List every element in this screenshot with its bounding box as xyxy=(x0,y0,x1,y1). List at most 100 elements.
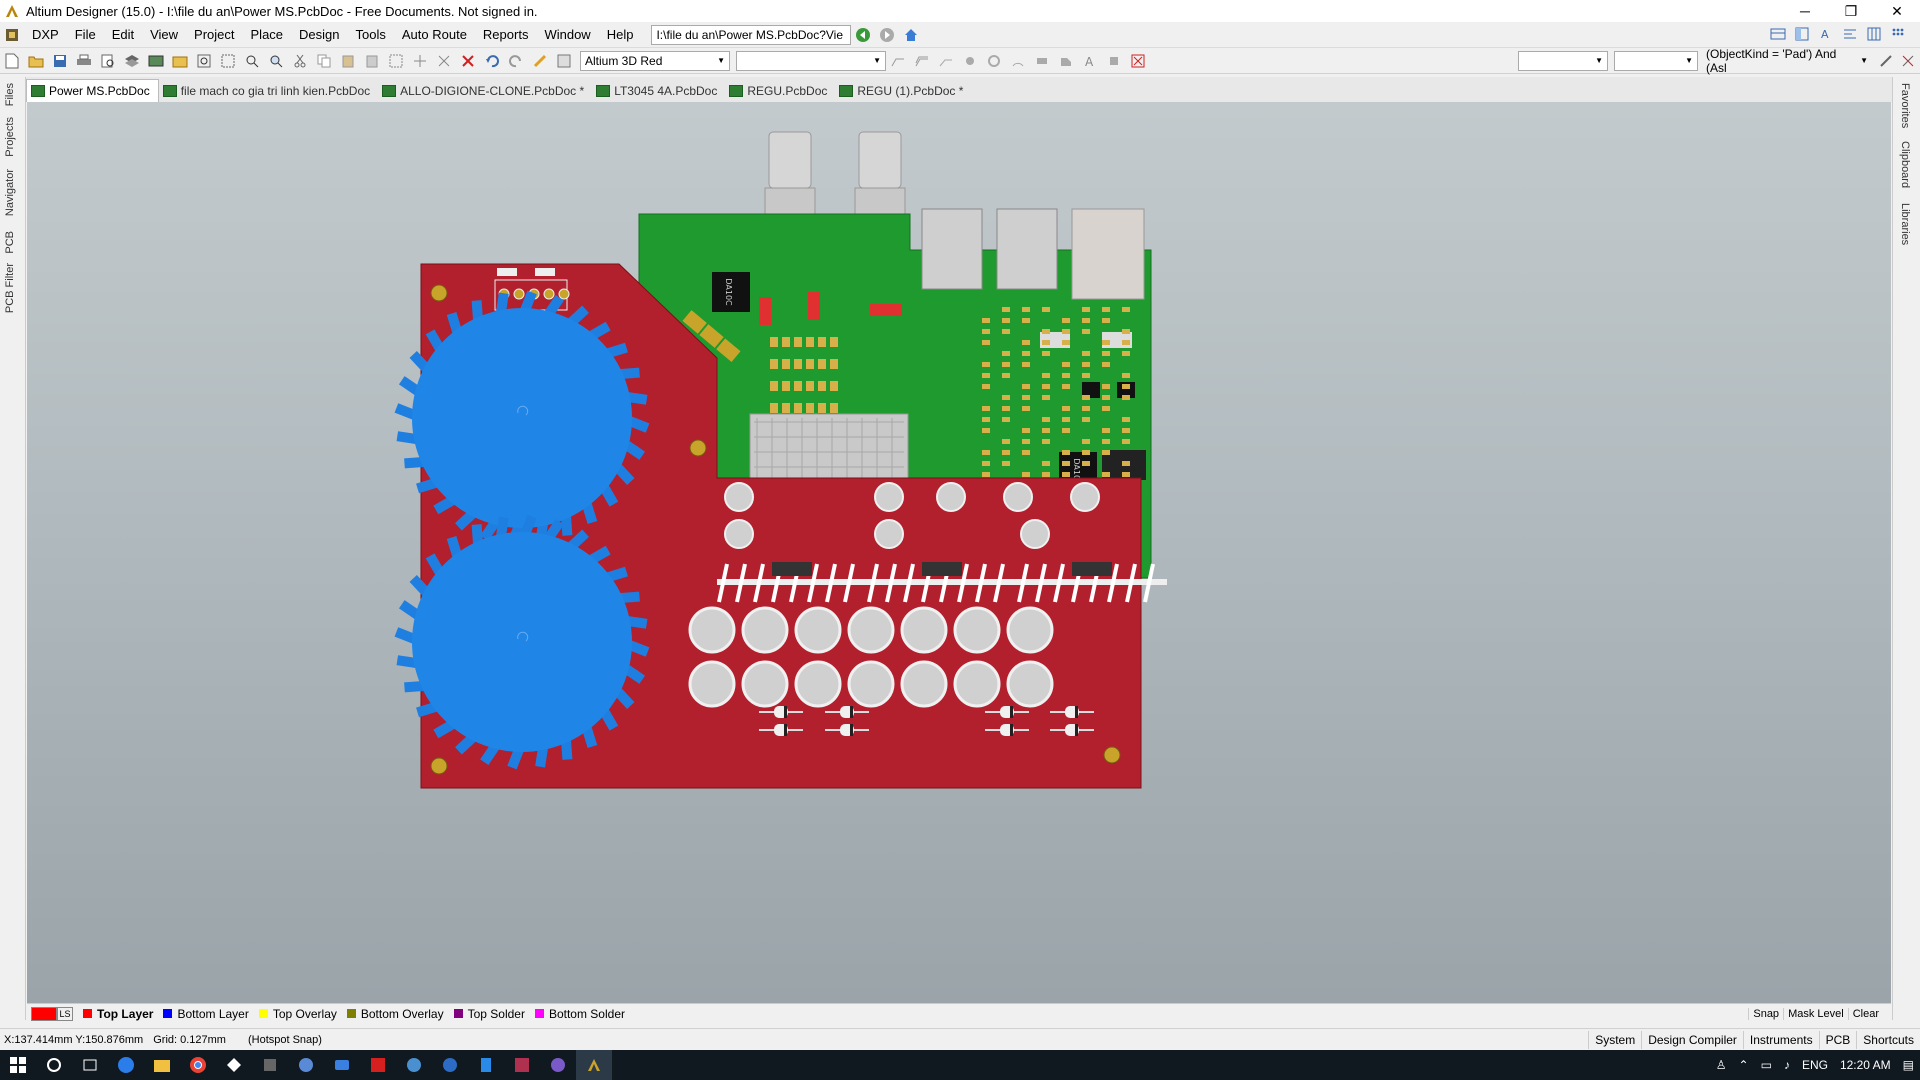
filter-scope-select[interactable]: ▼ xyxy=(1518,50,1608,71)
tab-regu[interactable]: REGU.PcbDoc xyxy=(725,79,835,102)
deselect-icon[interactable] xyxy=(435,52,453,70)
app-icon-5[interactable] xyxy=(360,1050,396,1080)
shortcuts-button[interactable]: Shortcuts xyxy=(1856,1031,1920,1049)
view-config-select[interactable]: Altium 3D Red ▼ xyxy=(580,50,730,71)
via-icon[interactable] xyxy=(961,52,979,70)
tray-chevron-icon[interactable]: ⌃ xyxy=(1733,1058,1755,1072)
layer-tab-top-overlay[interactable]: Top Overlay xyxy=(258,1007,337,1021)
menu-dxp[interactable]: DXP xyxy=(24,22,67,48)
dxp-icon[interactable] xyxy=(3,26,21,44)
back-icon[interactable] xyxy=(854,26,872,44)
altium-taskbar-icon[interactable] xyxy=(576,1050,612,1080)
board-icon[interactable] xyxy=(147,52,165,70)
browse-icon[interactable] xyxy=(555,52,573,70)
menu-design[interactable]: Design xyxy=(291,22,347,48)
layers-icon[interactable] xyxy=(123,52,141,70)
panel-tab-files[interactable]: Files xyxy=(4,83,16,106)
app-icon-8[interactable] xyxy=(468,1050,504,1080)
forward-icon[interactable] xyxy=(878,26,896,44)
maximize-button[interactable]: ❐ xyxy=(1828,0,1874,22)
app-icon-2[interactable] xyxy=(252,1050,288,1080)
search-icon[interactable] xyxy=(36,1050,72,1080)
folder-icon[interactable] xyxy=(171,52,189,70)
panel-tab-favorites[interactable]: Favorites xyxy=(1899,83,1911,128)
grid-icon[interactable] xyxy=(1865,25,1883,43)
zoom-icon[interactable] xyxy=(243,52,261,70)
app-icon-9[interactable] xyxy=(504,1050,540,1080)
windows-start-icon[interactable] xyxy=(0,1050,36,1080)
diff-pair-icon[interactable] xyxy=(937,52,955,70)
instruments-button[interactable]: Instruments xyxy=(1742,1031,1819,1049)
print-icon[interactable] xyxy=(75,52,93,70)
notifications-icon[interactable]: ▤ xyxy=(1897,1058,1920,1072)
clear-button[interactable]: Clear xyxy=(1847,1007,1883,1020)
home-icon[interactable] xyxy=(902,26,920,44)
app-icon-10[interactable] xyxy=(540,1050,576,1080)
chrome-icon[interactable] xyxy=(180,1050,216,1080)
menu-auto-route[interactable]: Auto Route xyxy=(394,22,475,48)
text-icon[interactable]: A xyxy=(1817,25,1835,43)
language-indicator[interactable]: ENG xyxy=(1796,1058,1834,1072)
polygon-icon[interactable] xyxy=(1057,52,1075,70)
arc-icon[interactable] xyxy=(1009,52,1027,70)
menu-view[interactable]: View xyxy=(142,22,186,48)
ls-button[interactable]: LS xyxy=(57,1006,73,1021)
panel-tab-projects[interactable]: Projects xyxy=(4,117,16,157)
route-multi-icon[interactable] xyxy=(913,52,931,70)
clear-query-icon[interactable] xyxy=(1899,52,1917,70)
filter-query-select[interactable]: (ObjectKind = 'Pad') And (Asl ▼ xyxy=(1702,47,1872,75)
layout-icon[interactable] xyxy=(1769,25,1787,43)
panel-tab-libraries[interactable]: Libraries xyxy=(1899,203,1911,245)
zoom-selected-icon[interactable] xyxy=(267,52,285,70)
menu-window[interactable]: Window xyxy=(536,22,598,48)
people-icon[interactable]: ♙ xyxy=(1710,1058,1733,1072)
pcb-3d-viewport[interactable]: DA10C DA10C xyxy=(27,102,1891,1003)
copy-icon[interactable] xyxy=(315,52,333,70)
component-icon[interactable] xyxy=(1105,52,1123,70)
select-area-icon[interactable] xyxy=(387,52,405,70)
menu-place[interactable]: Place xyxy=(243,22,292,48)
layer-tab-bottom-solder[interactable]: Bottom Solder xyxy=(534,1007,625,1021)
address-bar[interactable]: I:\file du an\Power MS.PcbDoc?Vie xyxy=(651,24,852,45)
volume-icon[interactable]: ♪ xyxy=(1778,1058,1796,1072)
save-icon[interactable] xyxy=(51,52,69,70)
new-file-icon[interactable] xyxy=(3,52,21,70)
filter-mode-select[interactable]: ▼ xyxy=(1614,50,1698,71)
tab-allo-digione[interactable]: ALLO-DIGIONE-CLONE.PcbDoc * xyxy=(378,79,592,102)
align-icon[interactable] xyxy=(1841,25,1859,43)
clear-icon[interactable] xyxy=(1129,52,1147,70)
move-icon[interactable] xyxy=(411,52,429,70)
tab-power-ms[interactable]: Power MS.PcbDoc xyxy=(26,79,159,102)
clock[interactable]: 12:20 AM xyxy=(1834,1058,1897,1072)
paste-icon[interactable] xyxy=(339,52,357,70)
tab-file-mach[interactable]: file mach co gia tri linh kien.PcbDoc xyxy=(159,79,378,102)
string-icon[interactable]: A xyxy=(1081,52,1099,70)
close-button[interactable]: ✕ xyxy=(1874,0,1920,22)
panel-tab-navigator[interactable]: Navigator xyxy=(4,169,16,216)
app-icon-7[interactable] xyxy=(432,1050,468,1080)
undo-icon[interactable] xyxy=(483,52,501,70)
file-explorer-icon[interactable] xyxy=(144,1050,180,1080)
menu-help[interactable]: Help xyxy=(599,22,642,48)
redo-icon[interactable] xyxy=(507,52,525,70)
app-icon-4[interactable] xyxy=(324,1050,360,1080)
snap-button[interactable]: Snap xyxy=(1748,1007,1783,1020)
system-button[interactable]: System xyxy=(1588,1031,1641,1049)
print-preview-icon[interactable] xyxy=(99,52,117,70)
minimize-button[interactable]: ─ xyxy=(1782,0,1828,22)
design-compiler-button[interactable]: Design Compiler xyxy=(1641,1031,1743,1049)
layer-set-select[interactable]: ▼ xyxy=(736,50,886,71)
menu-reports[interactable]: Reports xyxy=(475,22,537,48)
app-icon-3[interactable] xyxy=(288,1050,324,1080)
app-icon-1[interactable] xyxy=(216,1050,252,1080)
highlight-icon[interactable] xyxy=(531,52,549,70)
network-icon[interactable]: ▭ xyxy=(1755,1058,1778,1072)
current-layer-swatch[interactable] xyxy=(31,1006,57,1021)
menu-project[interactable]: Project xyxy=(186,22,242,48)
layer-tab-bottom-overlay[interactable]: Bottom Overlay xyxy=(346,1007,444,1021)
layer-tab-top-layer[interactable]: Top Layer xyxy=(83,1007,153,1021)
route-icon[interactable] xyxy=(889,52,907,70)
tab-lt3045[interactable]: LT3045 4A.PcbDoc xyxy=(592,79,725,102)
panels-icon[interactable] xyxy=(1793,25,1811,43)
app-icon-6[interactable] xyxy=(396,1050,432,1080)
